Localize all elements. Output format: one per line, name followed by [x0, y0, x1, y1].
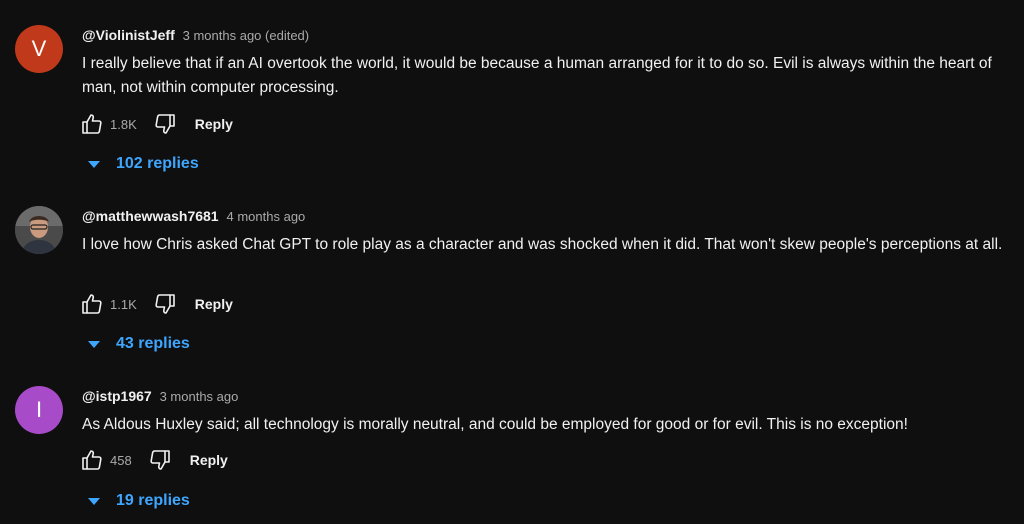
replies-count: 19 replies	[116, 492, 190, 509]
comment-timestamp[interactable]: 4 months ago	[227, 209, 306, 224]
reply-button[interactable]: Reply	[195, 296, 233, 312]
thumbs-up-icon	[82, 450, 102, 470]
view-replies-button[interactable]: 43 replies	[88, 335, 190, 353]
comment-actions: 1.1K Reply	[78, 290, 233, 318]
avatar[interactable]	[15, 206, 63, 254]
thumbs-up-icon	[82, 114, 102, 134]
comment-author[interactable]: @matthewwash7681	[82, 208, 219, 224]
like-count: 1.1K	[110, 296, 137, 312]
caret-down-icon	[88, 340, 100, 348]
comment-timestamp[interactable]: 3 months ago	[160, 389, 239, 404]
thumbs-up-icon	[82, 294, 102, 314]
comment-header: @istp1967 3 months ago	[82, 388, 238, 404]
comment-header: @ViolinistJeff 3 months ago (edited)	[82, 27, 309, 43]
comment-header: @matthewwash7681 4 months ago	[82, 208, 305, 224]
view-replies-button[interactable]: 19 replies	[88, 492, 190, 510]
thumbs-down-icon	[155, 114, 175, 134]
avatar-letter: V	[31, 36, 47, 61]
reply-button[interactable]: Reply	[190, 452, 228, 468]
like-button[interactable]	[78, 110, 106, 138]
comment-text: I really believe that if an AI overtook …	[82, 55, 992, 96]
dislike-button[interactable]	[146, 446, 174, 474]
comment-timestamp[interactable]: 3 months ago (edited)	[183, 28, 309, 43]
thumbs-down-icon	[155, 294, 175, 314]
caret-down-icon	[88, 497, 100, 505]
avatar[interactable]: V	[15, 25, 63, 73]
user-photo-icon	[15, 206, 63, 254]
like-button[interactable]	[78, 290, 106, 318]
comment-author[interactable]: @istp1967	[82, 388, 152, 404]
reply-button[interactable]: Reply	[195, 116, 233, 132]
dislike-button[interactable]	[151, 110, 179, 138]
like-count: 458	[110, 452, 132, 468]
comment-text: As Aldous Huxley said; all technology is…	[82, 416, 908, 433]
avatar[interactable]: I	[15, 386, 63, 434]
comment-actions: 1.8K Reply	[78, 110, 233, 138]
comment-author[interactable]: @ViolinistJeff	[82, 27, 175, 43]
comment-actions: 458 Reply	[78, 446, 228, 474]
like-count: 1.8K	[110, 116, 137, 132]
replies-count: 102 replies	[116, 155, 199, 172]
comment-text: I love how Chris asked Chat GPT to role …	[82, 236, 1003, 253]
avatar-letter: I	[35, 397, 43, 422]
caret-down-icon	[88, 160, 100, 168]
dislike-button[interactable]	[151, 290, 179, 318]
view-replies-button[interactable]: 102 replies	[88, 155, 199, 173]
thumbs-down-icon	[150, 450, 170, 470]
like-button[interactable]	[78, 446, 106, 474]
replies-count: 43 replies	[116, 335, 190, 352]
